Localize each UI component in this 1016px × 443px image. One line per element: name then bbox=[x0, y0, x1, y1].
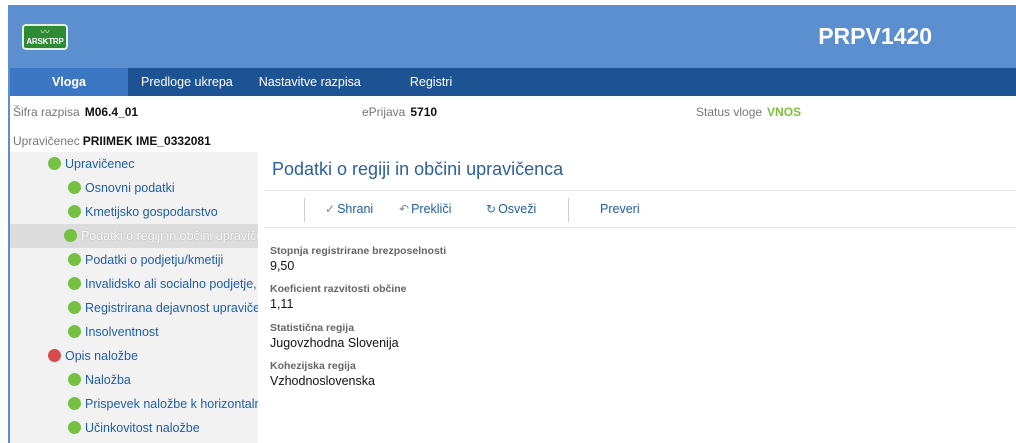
status-vloge: Status vloge VNOS bbox=[696, 105, 801, 119]
sifra-label: Šifra razpisa bbox=[13, 105, 80, 119]
form-toolbar: ✓ Shrani ↶ Prekliči ↻ Osveži Preveri bbox=[264, 190, 1016, 228]
field-value-kohezijska-regija: Vzhodnoslovenska bbox=[270, 374, 375, 388]
status-dot-icon bbox=[68, 277, 81, 290]
toolbar-divider bbox=[304, 198, 305, 222]
status-dot-icon bbox=[68, 181, 81, 194]
arsktrp-logo[interactable]: 〰 ARSKTRP bbox=[22, 24, 68, 50]
field-label-brezposelnost: Stopnja registrirane brezposelnosti bbox=[270, 245, 447, 257]
sidebar-item-nalozba[interactable]: Naložba bbox=[10, 368, 258, 392]
cancel-button-label: Prekliči bbox=[411, 202, 452, 216]
leaf-icon: 〰 bbox=[40, 27, 50, 38]
sidebar-item-podatki-o-podjetju[interactable]: Podatki o podjetju/kmetiji bbox=[10, 248, 258, 272]
tab-vloga[interactable]: Vloga bbox=[10, 68, 128, 96]
sidebar-item-prispevek-nalozbe[interactable]: Prispevek naložbe k horizontaln bbox=[10, 392, 258, 416]
app-window: 〰 ARSKTRP PRPV1420 Vloga Predloge ukrepa… bbox=[8, 5, 1016, 443]
check-icon: ✓ bbox=[325, 202, 336, 216]
sidebar-item-kmetijsko-gospodarstvo[interactable]: Kmetijsko gospodarstvo bbox=[10, 200, 258, 224]
upravicenec-row: Upravičenec PRIIMEK IME_0332081 bbox=[13, 134, 1016, 148]
sidebar-item-ucinkovitost-nalozbe[interactable]: Učinkovitost naložbe bbox=[10, 416, 258, 440]
sidebar-item-registrirana-dejavnost[interactable]: Registrirana dejavnost upraviče bbox=[10, 296, 258, 320]
status-dot-icon bbox=[68, 253, 81, 266]
status-dot-icon bbox=[68, 397, 81, 410]
field-label-statisticna-regija: Statistična regija bbox=[270, 322, 355, 334]
status-dot-icon bbox=[68, 301, 81, 314]
content-panel: Podatki o regiji in občini upravičenca ✓… bbox=[258, 152, 1016, 443]
sidebar-item-podatki-o-regiji[interactable]: Podatki o regiji in občini upraviče bbox=[10, 224, 258, 248]
sidebar-item-insolventnost[interactable]: Insolventnost bbox=[10, 320, 258, 344]
status-label: Status vloge bbox=[696, 105, 763, 119]
toolbar-divider bbox=[568, 198, 569, 222]
eprijava: ePrijava 5710 bbox=[362, 105, 437, 119]
status-dot-icon bbox=[48, 349, 61, 362]
header-bar: 〰 ARSKTRP PRPV1420 bbox=[10, 6, 1016, 68]
logo-text: ARSKTRP bbox=[26, 36, 64, 46]
tab-nastavitve-razpisa[interactable]: Nastavitve razpisa bbox=[246, 68, 374, 96]
status-dot-icon bbox=[48, 157, 61, 170]
eprijava-label: ePrijava bbox=[362, 105, 406, 119]
field-label-koeficient: Koeficient razvitosti občine bbox=[270, 283, 407, 295]
sidebar-item-osnovni-podatki[interactable]: Osnovni podatki bbox=[10, 176, 258, 200]
status-dot-icon bbox=[68, 373, 81, 386]
sidebar-tree: Upravičenec Osnovni podatki Kmetijsko go… bbox=[10, 152, 258, 443]
status-badge: VNOS bbox=[767, 105, 802, 119]
field-value-statisticna-regija: Jugovzhodna Slovenija bbox=[270, 336, 399, 350]
sifra-value: M06.4_01 bbox=[84, 105, 139, 119]
sifra-razpisa: Šifra razpisa M06.4_01 bbox=[13, 105, 138, 119]
save-button[interactable]: ✓ Shrani bbox=[325, 202, 373, 216]
status-dot-icon bbox=[68, 325, 81, 338]
tab-predloge-ukrepa[interactable]: Predloge ukrepa bbox=[128, 68, 246, 96]
refresh-button[interactable]: ↻ Osveži bbox=[486, 202, 536, 216]
app-code: PRPV1420 bbox=[818, 23, 932, 49]
upravicenec-label: Upravičenec bbox=[13, 134, 80, 148]
sidebar-item-opis-nalozbe[interactable]: Opis naložbe bbox=[10, 344, 258, 368]
check-button[interactable]: Preveri bbox=[600, 202, 640, 216]
main-nav: Vloga Predloge ukrepa Nastavitve razpisa… bbox=[10, 68, 1016, 96]
cancel-button[interactable]: ↶ Prekliči bbox=[399, 202, 451, 216]
upravicenec-value: PRIIMEK IME_0332081 bbox=[82, 134, 211, 148]
field-value-brezposelnost: 9,50 bbox=[270, 259, 295, 273]
status-dot-icon bbox=[68, 205, 81, 218]
tab-registri[interactable]: Registri bbox=[374, 68, 465, 96]
sidebar-item-invalidsko-podjetje[interactable]: Invalidsko ali socialno podjetje, bbox=[10, 272, 258, 296]
page-title: Podatki o regiji in občini upravičenca bbox=[272, 159, 564, 179]
status-dot-icon bbox=[68, 421, 81, 434]
save-button-label: Shrani bbox=[337, 202, 374, 216]
sidebar-item-upravicenec[interactable]: Upravičenec bbox=[10, 152, 258, 176]
status-dot-icon bbox=[64, 229, 77, 242]
eprijava-value: 5710 bbox=[410, 105, 438, 119]
refresh-button-label: Osveži bbox=[498, 202, 537, 216]
field-label-kohezijska-regija: Kohezijska regija bbox=[270, 360, 356, 372]
undo-icon: ↶ bbox=[399, 202, 410, 216]
field-value-koeficient: 1,11 bbox=[270, 297, 294, 311]
refresh-icon: ↻ bbox=[486, 202, 497, 216]
